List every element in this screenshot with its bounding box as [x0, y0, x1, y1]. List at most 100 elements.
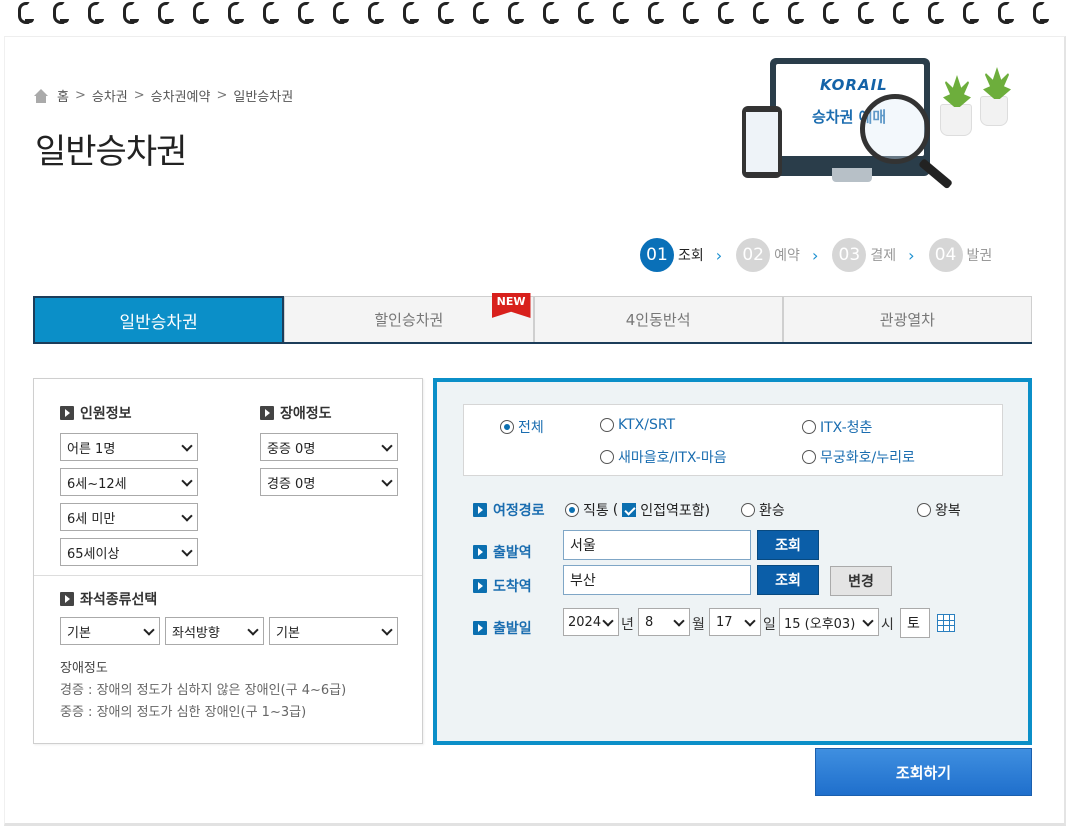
- search-submit-button[interactable]: 조회하기: [815, 748, 1032, 796]
- seat-type-select[interactable]: 기본: [60, 617, 160, 645]
- spiral-ring: [578, 2, 594, 24]
- page-title: 일반승차권: [35, 132, 187, 172]
- field-label-text: 출발역: [493, 545, 532, 561]
- date-label: 출발일: [473, 618, 532, 638]
- train-type-itx-radio[interactable]: ITX-청춘: [802, 417, 872, 437]
- radio-dot: [802, 450, 816, 464]
- paren-text: (: [612, 502, 619, 518]
- spiral-ring: [298, 2, 314, 24]
- info-line: 경증 : 장애의 정도가 심하지 않은 장애인(구 4~6급): [60, 683, 347, 698]
- train-type-all-radio[interactable]: 전체: [500, 417, 544, 437]
- passenger-panel: 인원정보 장애정도 어른 1명 6세~12세 6세 미만 65세이상 중증 0명…: [33, 378, 423, 744]
- route-label: 여정경로: [473, 500, 545, 520]
- select-value: 중증 0명: [267, 441, 316, 457]
- breadcrumb-current: 일반승차권: [233, 90, 294, 105]
- train-type-box: 전체 KTX/SRT ITX-청춘 새마을호/ITX-마음 무궁화호/누리로: [463, 404, 1003, 476]
- chevron-down-icon: [381, 475, 393, 487]
- route-transfer-radio[interactable]: 환승: [741, 500, 785, 520]
- chevron-down-icon: [181, 545, 193, 557]
- select-value: 15 (오후03): [784, 616, 856, 632]
- spiral-ring: [473, 2, 489, 24]
- hour-unit: 시: [881, 617, 894, 633]
- spiral-ring: [193, 2, 209, 24]
- hour-select[interactable]: 15 (오후03): [779, 608, 879, 636]
- magnifier-icon: [860, 94, 930, 164]
- train-type-ktx-radio[interactable]: KTX/SRT: [600, 417, 675, 433]
- spiral-binding: [0, 0, 1075, 40]
- departure-station-input[interactable]: 서울: [563, 530, 751, 560]
- spiral-ring: [928, 2, 944, 24]
- mild-disability-select[interactable]: 경증 0명: [260, 468, 398, 496]
- tab-discount-ticket[interactable]: 할인승차권 NEW: [284, 293, 534, 342]
- step-label: 발권: [966, 248, 993, 264]
- spiral-ring: [403, 2, 419, 24]
- chevron-down-icon: [143, 624, 155, 636]
- step-number: 04: [928, 238, 963, 272]
- spiral-ring: [53, 2, 69, 24]
- breadcrumb-tickets[interactable]: 승차권: [92, 86, 128, 105]
- arrow-bullet-icon: [473, 579, 487, 593]
- day-select[interactable]: 17: [709, 608, 761, 636]
- step-number: 03: [832, 238, 867, 272]
- tab-tour-train[interactable]: 관광열차: [782, 296, 1032, 342]
- arrival-lookup-button[interactable]: 조회: [757, 565, 819, 595]
- select-value: 경증 0명: [267, 476, 316, 492]
- seat-position-select[interactable]: 기본: [269, 617, 398, 645]
- breadcrumb-reservation[interactable]: 승차권예약: [151, 86, 211, 105]
- seat-direction-select[interactable]: 좌석방향: [165, 617, 264, 645]
- year-select[interactable]: 2024: [563, 608, 619, 636]
- train-type-mugunghwa-radio[interactable]: 무궁화호/누리로: [802, 447, 915, 467]
- select-value: 8: [645, 614, 654, 630]
- field-label-text: 출발일: [493, 621, 532, 637]
- departure-lookup-button[interactable]: 조회: [757, 530, 819, 560]
- select-value: 65세이상: [67, 546, 120, 562]
- nearby-station-checkbox[interactable]: [622, 503, 637, 517]
- swap-stations-button[interactable]: 변경: [830, 566, 892, 596]
- train-type-saemaeul-radio[interactable]: 새마을호/ITX-마음: [600, 447, 727, 467]
- radio-dot: [917, 503, 931, 517]
- chevron-down-icon: [181, 475, 193, 487]
- spiral-ring: [123, 2, 139, 24]
- chevron-down-icon: [862, 615, 874, 627]
- ticket-tabs: 일반승차권 할인승차권 NEW 4인동반석 관광열차: [33, 293, 1032, 344]
- step-search: 01 조회 ›: [640, 238, 730, 272]
- child-count-select[interactable]: 6세~12세: [60, 468, 198, 496]
- step-label: 결제: [870, 248, 897, 264]
- radio-label: ITX-청춘: [820, 420, 873, 436]
- select-value: 기본: [67, 625, 91, 641]
- chevron-right-icon: ›: [908, 245, 915, 265]
- seat-type-heading: 좌석종류선택: [60, 589, 157, 609]
- spiral-ring: [718, 2, 734, 24]
- tab-general-ticket[interactable]: 일반승차권: [33, 296, 285, 342]
- weekday-display: 토: [900, 608, 930, 638]
- home-icon[interactable]: [33, 88, 49, 103]
- passengers-heading: 인원정보: [60, 403, 132, 423]
- spiral-ring: [613, 2, 629, 24]
- step-issue: 04 발권: [928, 238, 993, 272]
- hero-illustration: KORAIL 승차권 예매: [740, 52, 1030, 197]
- info-title: 장애정도: [60, 661, 108, 676]
- radio-dot: [500, 420, 514, 434]
- arrow-bullet-icon: [260, 406, 274, 420]
- chevron-down-icon: [181, 440, 193, 452]
- infant-count-select[interactable]: 6세 미만: [60, 503, 198, 531]
- step-payment: 03 결제 ›: [832, 238, 922, 272]
- severe-disability-select[interactable]: 중증 0명: [260, 433, 398, 461]
- section-title: 인원정보: [80, 406, 132, 422]
- month-select[interactable]: 8: [638, 608, 690, 636]
- tab-family-seat[interactable]: 4인동반석: [533, 296, 783, 342]
- radio-label: 무궁화호/누리로: [820, 450, 915, 466]
- calendar-icon[interactable]: [937, 614, 955, 632]
- route-direct-radio[interactable]: 직통 ( 인접역포함): [565, 500, 710, 520]
- arrival-station-input[interactable]: 부산: [563, 565, 751, 595]
- chevron-down-icon: [602, 615, 614, 627]
- select-value: 6세~12세: [67, 476, 127, 492]
- adult-count-select[interactable]: 어른 1명: [60, 433, 198, 461]
- spiral-ring: [263, 2, 279, 24]
- spiral-ring: [683, 2, 699, 24]
- breadcrumb-home[interactable]: 홈: [57, 86, 69, 105]
- arrow-bullet-icon: [60, 406, 74, 420]
- senior-count-select[interactable]: 65세이상: [60, 538, 198, 566]
- select-value: 기본: [276, 625, 300, 641]
- route-roundtrip-radio[interactable]: 왕복: [917, 500, 961, 520]
